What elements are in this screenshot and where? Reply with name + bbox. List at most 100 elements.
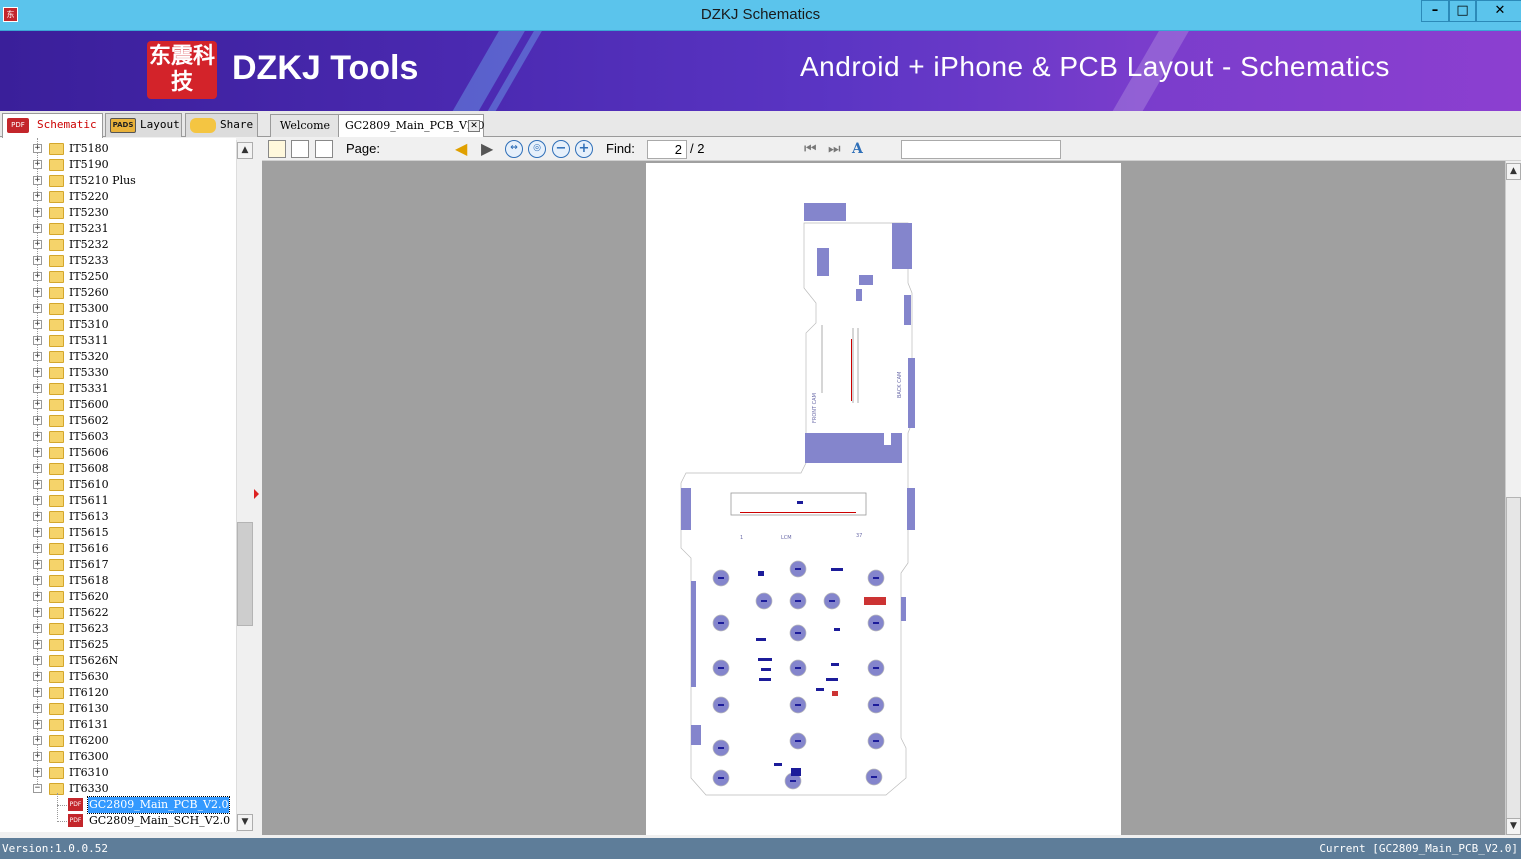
expand-icon[interactable]: + (33, 160, 42, 169)
expand-icon[interactable]: + (33, 368, 42, 377)
tab-gc2809-pcb[interactable]: GC2809_Main_PCB_V2.0 ✕ (338, 114, 484, 137)
find-previous-icon[interactable]: ⏮ (804, 140, 822, 158)
tree-folder-row[interactable]: + IT5602 (0, 413, 236, 429)
expand-icon[interactable]: + (33, 256, 42, 265)
expand-icon[interactable]: + (33, 352, 42, 361)
expand-icon[interactable]: + (33, 688, 42, 697)
tree-folder-row[interactable]: + IT5626N (0, 653, 236, 669)
expand-icon[interactable]: + (33, 432, 42, 441)
tab-welcome[interactable]: Welcome (270, 114, 340, 137)
close-button[interactable]: ✕ (1476, 0, 1521, 22)
tree-folder-row[interactable]: + IT5625 (0, 637, 236, 653)
viewer-scrollbar[interactable]: ▲ ▼ (1505, 161, 1521, 835)
panel-splitter[interactable] (253, 138, 262, 835)
fit-page-icon[interactable]: ◎ (528, 140, 546, 158)
tree-folder-row[interactable]: + IT5623 (0, 621, 236, 637)
tab-share[interactable]: Share (185, 113, 258, 137)
single-page-icon[interactable] (268, 140, 286, 158)
tree-folder-row[interactable]: + IT6200 (0, 733, 236, 749)
tree-folder-row[interactable]: + IT5190 (0, 157, 236, 173)
maximize-button[interactable]: □ (1449, 0, 1476, 22)
tab-schematic[interactable]: PDF Schematic (2, 113, 103, 138)
tree-folder-row[interactable]: + IT5617 (0, 557, 236, 573)
expand-icon[interactable]: + (33, 384, 42, 393)
tree-folder-row[interactable]: + IT5603 (0, 429, 236, 445)
tree-folder-row-expanded[interactable]: − IT6330 (0, 781, 236, 797)
find-input[interactable] (901, 140, 1061, 159)
tree-folder-row[interactable]: + IT5620 (0, 589, 236, 605)
expand-icon[interactable]: + (33, 576, 42, 585)
tree-folder-row[interactable]: + IT5250 (0, 269, 236, 285)
collapse-icon[interactable]: − (33, 784, 42, 793)
viewer-scroll-thumb[interactable] (1506, 497, 1521, 819)
tree-folder-row[interactable]: + IT5331 (0, 381, 236, 397)
tree-folder-row[interactable]: + IT5615 (0, 525, 236, 541)
expand-icon[interactable]: + (33, 736, 42, 745)
scroll-thumb[interactable] (237, 522, 253, 626)
expand-icon[interactable]: + (33, 272, 42, 281)
close-tab-icon[interactable]: ✕ (468, 120, 480, 132)
facing-pages-icon[interactable] (291, 140, 309, 158)
tree-folder-row[interactable]: + IT5613 (0, 509, 236, 525)
tab-layout[interactable]: PADS Layout (105, 113, 182, 137)
tree-folder-row[interactable]: + IT5233 (0, 253, 236, 269)
expand-icon[interactable]: + (33, 416, 42, 425)
expand-icon[interactable]: + (33, 288, 42, 297)
tree-folder-row[interactable]: + IT5260 (0, 285, 236, 301)
expand-icon[interactable]: + (33, 480, 42, 489)
zoom-out-icon[interactable]: − (552, 140, 570, 158)
expand-icon[interactable]: + (33, 720, 42, 729)
expand-icon[interactable]: + (33, 560, 42, 569)
expand-icon[interactable]: + (33, 592, 42, 601)
expand-icon[interactable]: + (33, 304, 42, 313)
expand-icon[interactable]: + (33, 144, 42, 153)
viewer-scroll-up-button[interactable]: ▲ (1506, 163, 1521, 180)
expand-icon[interactable]: + (33, 528, 42, 537)
expand-icon[interactable]: + (33, 192, 42, 201)
expand-icon[interactable]: + (33, 224, 42, 233)
tree-folder-row[interactable]: + IT5330 (0, 365, 236, 381)
expand-icon[interactable]: + (33, 640, 42, 649)
tree-folder-row[interactable]: + IT5230 (0, 205, 236, 221)
tree-scrollbar[interactable]: ▲ ▼ (236, 140, 253, 832)
tree-folder-row[interactable]: + IT5231 (0, 221, 236, 237)
zoom-in-icon[interactable]: + (575, 140, 593, 158)
file-tree[interactable]: + IT5180 + IT5190 + IT5210 Plus + IT5220 + IT5230… (0, 138, 236, 832)
expand-icon[interactable]: + (33, 400, 42, 409)
tree-folder-row[interactable]: + IT5310 (0, 317, 236, 333)
tree-folder-row[interactable]: + IT6120 (0, 685, 236, 701)
expand-icon[interactable]: + (33, 448, 42, 457)
expand-icon[interactable]: + (33, 704, 42, 713)
fit-width-icon[interactable]: ↔ (505, 140, 523, 158)
tree-folder-row[interactable]: + IT6131 (0, 717, 236, 733)
document-viewer[interactable]: FRONT CAM BACK CAM LCM 1 37 (262, 161, 1505, 835)
tree-folder-row[interactable]: + IT5622 (0, 605, 236, 621)
tree-folder-row[interactable]: + IT5600 (0, 397, 236, 413)
expand-icon[interactable]: + (33, 496, 42, 505)
tree-folder-row[interactable]: + IT5618 (0, 573, 236, 589)
minimize-button[interactable]: – (1421, 0, 1449, 22)
tree-folder-row[interactable]: + IT5610 (0, 477, 236, 493)
tree-folder-row[interactable]: + IT5220 (0, 189, 236, 205)
expand-icon[interactable]: + (33, 208, 42, 217)
expand-icon[interactable]: + (33, 752, 42, 761)
expand-icon[interactable]: + (33, 768, 42, 777)
viewer-scroll-down-button[interactable]: ▼ (1506, 818, 1521, 835)
tree-folder-row[interactable]: + IT5300 (0, 301, 236, 317)
tree-file-row[interactable]: PDF GC2809_Main_PCB_V2.0 (0, 796, 236, 814)
expand-icon[interactable]: + (33, 176, 42, 185)
tree-folder-row[interactable]: + IT5180 (0, 141, 236, 157)
tree-folder-row[interactable]: + IT6130 (0, 701, 236, 717)
expand-icon[interactable]: + (33, 624, 42, 633)
tree-folder-row[interactable]: + IT5311 (0, 333, 236, 349)
tree-folder-row[interactable]: + IT6310 (0, 765, 236, 781)
tree-file-row[interactable]: PDF GC2809_Main_SCH_V2.0 (0, 813, 236, 829)
expand-icon[interactable]: + (33, 656, 42, 665)
continuous-pages-icon[interactable] (315, 140, 333, 158)
expand-icon[interactable]: + (33, 544, 42, 553)
expand-icon[interactable]: + (33, 336, 42, 345)
scroll-down-button[interactable]: ▼ (237, 814, 253, 831)
tree-folder-row[interactable]: + IT5611 (0, 493, 236, 509)
expand-icon[interactable]: + (33, 240, 42, 249)
tree-folder-row[interactable]: + IT5606 (0, 445, 236, 461)
